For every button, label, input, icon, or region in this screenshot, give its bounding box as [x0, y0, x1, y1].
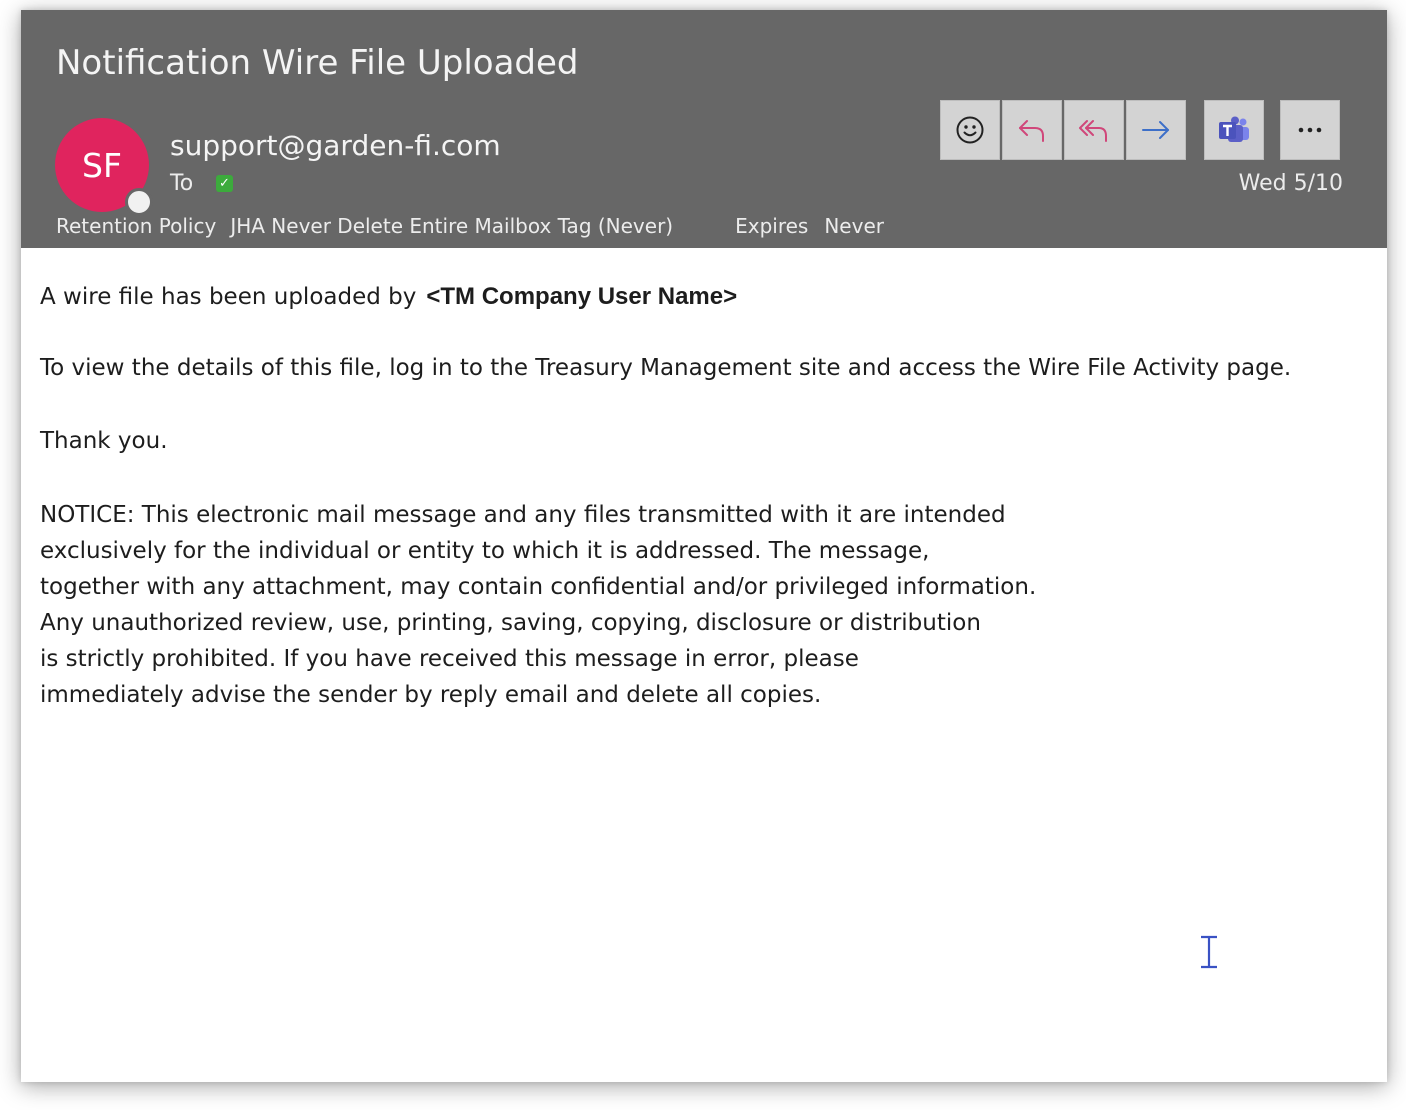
- reply-button[interactable]: [1002, 100, 1062, 160]
- teams-icon: [1219, 116, 1249, 142]
- to-label: To: [170, 171, 194, 196]
- email-subject: Notification Wire File Uploaded: [56, 43, 579, 83]
- message-action-toolbar: [940, 100, 1188, 160]
- teams-toolbar: [1204, 100, 1266, 160]
- forward-icon: [1142, 121, 1169, 139]
- retention-policy-value[interactable]: JHA Never Delete Entire Mailbox Tag (Nev…: [230, 214, 673, 238]
- avatar-initials: SF: [82, 145, 122, 185]
- received-date: Wed 5/10: [1238, 171, 1343, 196]
- presence-status-icon: [125, 188, 153, 216]
- upload-line-text: A wire file has been uploaded by: [40, 284, 417, 310]
- legal-notice: NOTICE: This electronic mail message and…: [40, 502, 1036, 718]
- reply-icon: [1019, 120, 1044, 142]
- view-details-line: To view the details of this file, log in…: [40, 355, 1292, 381]
- more-toolbar: [1280, 100, 1342, 160]
- recipient-check-icon[interactable]: ✓: [216, 175, 233, 192]
- retention-policy-bar: Retention Policy JHA Never Delete Entire …: [56, 214, 884, 238]
- notice-line: NOTICE: This electronic mail message and…: [40, 502, 1006, 528]
- notice-line: exclusively for the individual or entity…: [40, 538, 930, 564]
- notice-line: immediately advise the sender by reply e…: [40, 682, 822, 708]
- smiley-icon: [956, 116, 984, 144]
- notice-line: Any unauthorized review, use, printing, …: [40, 610, 981, 636]
- forward-button[interactable]: [1126, 100, 1186, 160]
- thanks-line: Thank you.: [40, 428, 168, 454]
- emoji-react-button[interactable]: [940, 100, 1000, 160]
- email-reading-pane: Notification Wire File Uploaded SF suppo…: [21, 10, 1387, 1082]
- expires-value: Never: [824, 214, 884, 238]
- notice-line: together with any attachment, may contai…: [40, 574, 1037, 600]
- upload-line: A wire file has been uploaded by <TM Comp…: [40, 283, 737, 311]
- company-user-name: <TM Company User Name>: [426, 283, 738, 310]
- text-cursor-icon: [1198, 935, 1220, 973]
- notice-line: is strictly prohibited. If you have rece…: [40, 646, 859, 672]
- more-actions-button[interactable]: [1280, 100, 1340, 160]
- retention-policy-label: Retention Policy: [56, 214, 217, 238]
- reply-all-icon: [1079, 120, 1107, 142]
- more-icon: [1298, 127, 1322, 133]
- reply-all-button[interactable]: [1064, 100, 1124, 160]
- teams-button[interactable]: [1204, 100, 1264, 160]
- sender-address[interactable]: support@garden-fi.com: [170, 129, 501, 162]
- expires-label: Expires: [735, 214, 809, 238]
- email-header: Notification Wire File Uploaded SF suppo…: [21, 10, 1387, 248]
